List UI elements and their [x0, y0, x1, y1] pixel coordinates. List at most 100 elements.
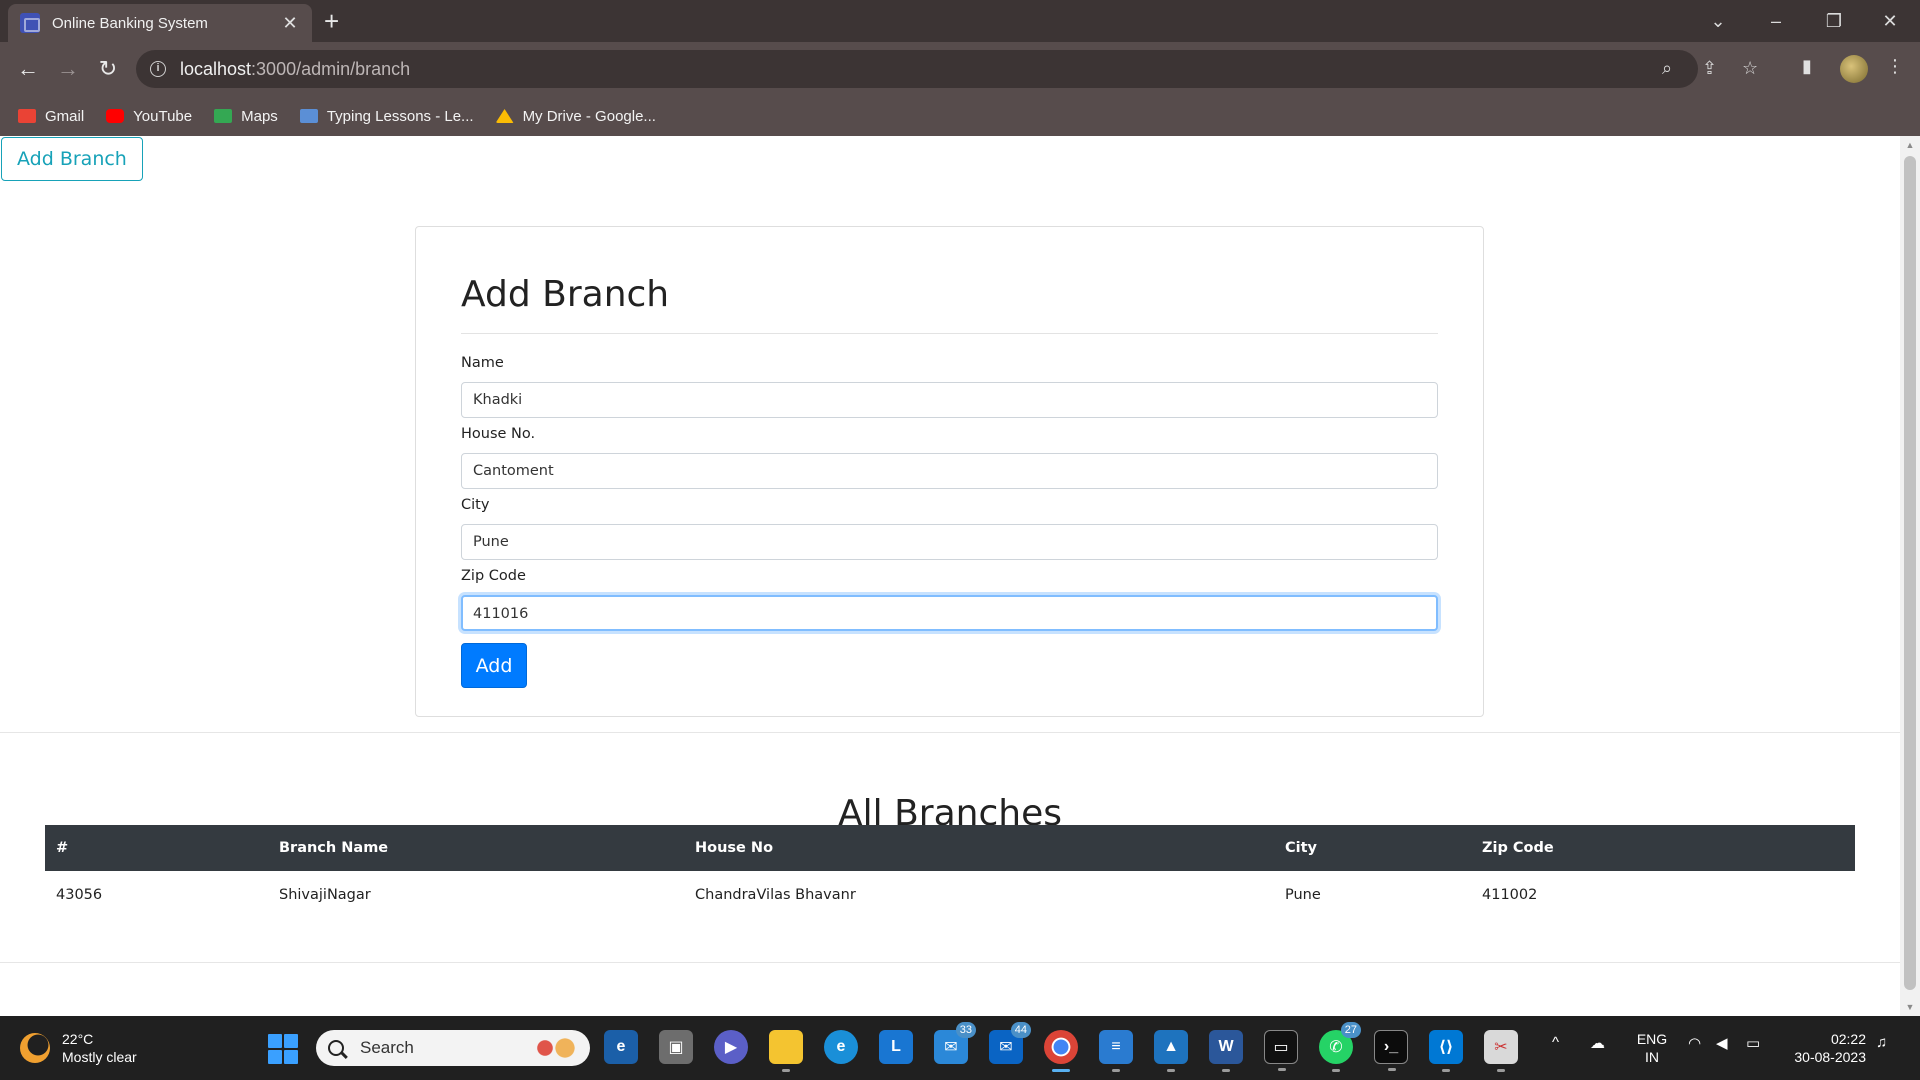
word-icon[interactable]: W	[1209, 1030, 1243, 1072]
browser-menu-icon[interactable]: ⋮	[1886, 56, 1904, 77]
file-explorer-icon[interactable]	[769, 1030, 803, 1072]
bookmark-label: Typing Lessons - Le...	[326, 107, 474, 125]
share-icon[interactable]: ⇪	[1702, 58, 1717, 79]
bookmark-youtube[interactable]: YouTube	[106, 108, 192, 125]
scroll-up-icon[interactable]: ▲	[1904, 140, 1916, 150]
restore-button[interactable]: ❐	[1814, 6, 1854, 36]
gmail-icon	[18, 109, 36, 123]
typing-icon	[299, 109, 318, 123]
reload-icon[interactable]: ↻	[92, 54, 124, 84]
cell-house-no: ChandraVilas Bhavanr	[695, 886, 856, 903]
vscode-icon[interactable]: ⟨⟩	[1429, 1030, 1463, 1072]
house-no-label: House No.	[461, 426, 536, 442]
column-header-city: City	[1274, 825, 1471, 871]
maps-icon	[214, 109, 233, 123]
add-branch-card: Add Branch Name Khadki House No. Cantome…	[415, 226, 1484, 717]
browser-toolbar: ← → ↻ i localhost:3000/admin/branch ⌕ ⇪ …	[0, 42, 1920, 96]
edge-icon[interactable]: e	[824, 1030, 858, 1064]
outlook-badge: 44	[1010, 1022, 1031, 1038]
name-input[interactable]: Khadki	[461, 382, 1438, 418]
snipping-tool-icon[interactable]: ✂	[1484, 1030, 1518, 1072]
drive-icon	[495, 109, 514, 123]
whatsapp-icon[interactable]: ✆ 27	[1319, 1022, 1361, 1072]
name-label: Name	[461, 355, 504, 371]
new-tab-button[interactable]: +	[324, 6, 339, 36]
zoom-icon[interactable]: ⌕	[1662, 58, 1672, 79]
add-branch-nav-button[interactable]: Add Branch	[1, 137, 143, 181]
browser-tab-bar: Online Banking System ✕ + ⌄ – ❐ ✕	[0, 0, 1920, 42]
address-bar[interactable]: i localhost:3000/admin/branch ⌕ ⇪ ☆	[136, 50, 1758, 88]
photos-icon[interactable]: ▲	[1154, 1030, 1188, 1072]
edge-beta-icon[interactable]: e	[604, 1030, 638, 1064]
clock-date: 30-08-2023	[1794, 1049, 1866, 1065]
bookmark-star-icon[interactable]: ☆	[1742, 58, 1758, 79]
whatsapp-badge: 27	[1340, 1022, 1361, 1038]
scroll-down-icon[interactable]: ▼	[1904, 1002, 1916, 1012]
form-title: Add Branch	[461, 274, 670, 315]
add-button[interactable]: Add	[461, 643, 527, 688]
youtube-icon	[106, 109, 125, 123]
bookmark-gmail[interactable]: Gmail	[18, 108, 84, 125]
tab-close-icon[interactable]: ✕	[280, 13, 300, 34]
temperature: 22°C	[62, 1031, 94, 1047]
teams-icon[interactable]: ▶	[714, 1030, 748, 1064]
table-row: 43056 ShivajiNagar ChandraVilas Bhavanr …	[45, 871, 1855, 918]
chrome-icon[interactable]	[1044, 1030, 1078, 1072]
l-app-icon[interactable]: L	[879, 1030, 913, 1064]
zip-code-group: Zip Code 411016	[461, 566, 1438, 631]
minimize-button[interactable]: –	[1756, 6, 1796, 36]
url-host: localhost	[180, 58, 252, 79]
input-language[interactable]: ENG IN	[1632, 1030, 1672, 1066]
house-no-input[interactable]: Cantoment	[461, 453, 1438, 489]
wifi-icon[interactable]: ◠	[1688, 1034, 1701, 1052]
mysql-shell-icon[interactable]: ▭	[1264, 1030, 1298, 1071]
windows-taskbar: 22°C Mostly clear Search e ▣ ▶ e L ✉ 33 ✉…	[0, 1016, 1920, 1080]
mail-icon[interactable]: ✉ 33	[934, 1022, 976, 1064]
windows-start-icon[interactable]	[268, 1034, 298, 1064]
side-panel-icon[interactable]: ▮	[1802, 56, 1812, 77]
bookmark-typing-lessons[interactable]: Typing Lessons - Le...	[299, 107, 474, 125]
page-content: Add Branch Add Branch Name Khadki House …	[0, 136, 1900, 1016]
outlook-icon[interactable]: ✉ 44	[989, 1022, 1031, 1064]
volume-icon[interactable]: ◀	[1716, 1034, 1728, 1052]
section-divider	[0, 732, 1900, 733]
page-scrollbar[interactable]: ▲ ▼	[1900, 136, 1920, 1016]
zip-code-input[interactable]: 411016	[461, 595, 1438, 631]
region-code: IN	[1645, 1049, 1659, 1065]
bookmark-label: Gmail	[45, 107, 85, 125]
weather-widget[interactable]: 22°C Mostly clear	[20, 1030, 137, 1066]
moon-weather-icon	[20, 1033, 50, 1063]
notifications-bell-icon[interactable]: ♫	[1876, 1034, 1887, 1051]
bookmark-maps[interactable]: Maps	[214, 108, 278, 125]
profile-avatar[interactable]	[1840, 55, 1868, 83]
column-header-house-no: House No	[684, 825, 1274, 871]
back-icon[interactable]: ←	[12, 54, 44, 84]
browser-tab[interactable]: Online Banking System ✕	[8, 4, 312, 42]
task-view-icon[interactable]: ▣	[659, 1030, 693, 1064]
cell-branch-name: ShivajiNagar	[279, 886, 371, 903]
url-path: :3000/admin/branch	[251, 58, 411, 79]
notepad-icon[interactable]: ≡	[1099, 1030, 1133, 1072]
forward-icon[interactable]: →	[52, 54, 84, 84]
show-hidden-icons-icon[interactable]: ^	[1552, 1034, 1559, 1051]
battery-icon[interactable]: ▭	[1746, 1034, 1760, 1052]
close-window-button[interactable]: ✕	[1870, 6, 1910, 36]
city-group: City Pune	[461, 495, 1438, 560]
url-text[interactable]: localhost:3000/admin/branch	[180, 59, 410, 80]
cell-city: Pune	[1285, 886, 1321, 903]
tab-search-icon[interactable]: ⌄	[1698, 6, 1738, 36]
search-placeholder: Search	[360, 1038, 414, 1057]
taskbar-search[interactable]: Search	[316, 1030, 590, 1066]
scroll-thumb[interactable]	[1904, 156, 1916, 990]
site-info-icon[interactable]: i	[150, 61, 166, 77]
column-header-branch-name: Branch Name	[268, 825, 684, 871]
system-clock[interactable]: 02:22 30-08-2023	[1782, 1030, 1866, 1066]
city-input[interactable]: Pune	[461, 524, 1438, 560]
terminal-icon[interactable]: ›_	[1374, 1030, 1408, 1071]
clock-time: 02:22	[1830, 1031, 1866, 1047]
form-divider	[461, 333, 1438, 334]
onedrive-icon[interactable]: ☁	[1590, 1034, 1605, 1052]
bookmark-my-drive[interactable]: My Drive - Google...	[495, 108, 656, 125]
column-header-id: #	[45, 825, 268, 871]
tab-title: Online Banking System	[52, 14, 208, 32]
